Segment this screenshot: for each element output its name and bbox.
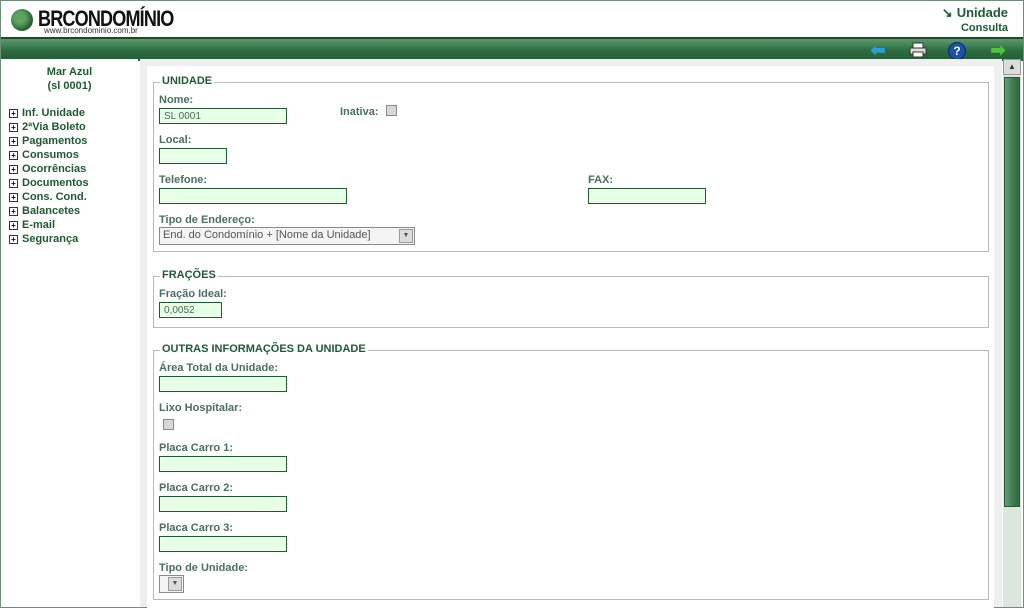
sidebar-item-pagamentos[interactable]: + Pagamentos bbox=[9, 134, 89, 148]
lixo-hospitalar-checkbox[interactable] bbox=[163, 419, 174, 430]
sidebar-item-label: Segurança bbox=[22, 233, 79, 245]
sidebar-item-label: Balancetes bbox=[22, 205, 81, 217]
telefone-label: Telefone: bbox=[159, 174, 208, 186]
scrollbar-thumb[interactable] bbox=[1004, 77, 1020, 507]
header: BRCONDOMÍNIO www.brcondominio.com.br ↘ Un… bbox=[1, 1, 1023, 37]
brand-logo[interactable]: BRCONDOMÍNIO www.brcondominio.com.br bbox=[11, 6, 174, 36]
page-title-text: Unidade bbox=[956, 5, 1008, 20]
sidebar-item-label: Pagamentos bbox=[22, 135, 88, 147]
sidebar-item-label: Cons. Cond. bbox=[22, 191, 87, 203]
expand-plus-icon[interactable]: + bbox=[9, 136, 18, 146]
toolbar: ⬅ ? ➡ bbox=[1, 37, 1023, 61]
expand-plus-icon[interactable]: + bbox=[9, 234, 18, 244]
sidebar-item-inf-unidade[interactable]: + Inf. Unidade bbox=[9, 106, 89, 120]
tipo-endereco-value: End. do Condomínio + [Nome da Unidade] bbox=[163, 229, 371, 241]
section-outras-informacoes: OUTRAS INFORMAÇÕES DA UNIDADE Área Total… bbox=[153, 343, 989, 600]
local-field[interactable] bbox=[159, 148, 227, 164]
tipo-endereco-label: Tipo de Endereço: bbox=[159, 214, 255, 226]
unit-code: (sl 0001) bbox=[47, 80, 92, 92]
section-legend: OUTRAS INFORMAÇÕES DA UNIDADE bbox=[160, 343, 368, 355]
condo-name: Mar Azul bbox=[46, 66, 93, 78]
app-window: BRCONDOMÍNIO www.brcondominio.com.br ↘ Un… bbox=[0, 0, 1024, 611]
sidebar-item-ocorrencias[interactable]: + Ocorrências bbox=[9, 162, 89, 176]
inativa-label: Inativa: bbox=[340, 106, 379, 118]
nome-label: Nome: bbox=[159, 94, 194, 106]
sidebar-item-consumos[interactable]: + Consumos bbox=[9, 148, 89, 162]
section-legend: UNIDADE bbox=[160, 75, 215, 87]
inativa-checkbox[interactable] bbox=[386, 105, 397, 116]
placa-carro-2-field[interactable] bbox=[159, 496, 287, 512]
logo-ball-icon bbox=[11, 9, 33, 31]
page-subtitle: Consulta bbox=[960, 22, 1008, 34]
condo-info: Mar Azul (sl 0001) bbox=[1, 65, 138, 93]
sidebar-item-balancetes[interactable]: + Balancetes bbox=[9, 204, 89, 218]
page-title: ↘ Unidade bbox=[942, 5, 1008, 21]
sidebar: Mar Azul (sl 0001) + Inf. Unidade +2ªVia … bbox=[1, 59, 138, 607]
expand-plus-icon[interactable]: + bbox=[9, 192, 18, 202]
expand-plus-icon[interactable]: + bbox=[9, 108, 18, 118]
forward-arrow-icon[interactable]: ➡ bbox=[989, 40, 1007, 60]
local-label: Local: bbox=[159, 134, 192, 146]
tipo-unidade-select[interactable]: ▼ bbox=[159, 575, 184, 593]
sidebar-item-label: 2ªVia Boleto bbox=[22, 121, 86, 133]
sidebar-item-2via-boleto[interactable]: +2ªVia Boleto bbox=[9, 120, 89, 134]
chevron-down-icon[interactable]: ▼ bbox=[399, 229, 413, 243]
fracao-ideal-label: Fração Ideal: bbox=[159, 288, 227, 300]
expand-plus-icon[interactable]: + bbox=[9, 122, 18, 132]
section-unidade: UNIDADE Nome: Inativa: Local: Telefone: … bbox=[153, 75, 989, 252]
fracao-ideal-field[interactable] bbox=[159, 302, 222, 318]
form-panel: UNIDADE Nome: Inativa: Local: Telefone: … bbox=[147, 66, 994, 611]
arrow-down-right-icon: ↘ bbox=[941, 5, 953, 20]
chevron-down-icon[interactable]: ▼ bbox=[168, 577, 182, 591]
logo-url: www.brcondominio.com.br bbox=[44, 26, 138, 35]
sidebar-item-label: Documentos bbox=[22, 177, 89, 189]
sidebar-item-documentos[interactable]: + Documentos bbox=[9, 176, 89, 190]
sidebar-item-label: Ocorrências bbox=[22, 163, 87, 175]
telefone-field[interactable] bbox=[159, 188, 347, 204]
section-fracoes: FRAÇÕES Fração Ideal: bbox=[153, 269, 989, 328]
expand-plus-icon[interactable]: + bbox=[9, 178, 18, 188]
expand-plus-icon[interactable]: + bbox=[9, 206, 18, 216]
placa-carro-1-field[interactable] bbox=[159, 456, 287, 472]
section-legend: FRAÇÕES bbox=[160, 269, 218, 281]
lixo-hospitalar-label: Lixo Hospitalar: bbox=[159, 402, 243, 414]
print-icon[interactable] bbox=[909, 41, 927, 59]
placa-carro-1-label: Placa Carro 1: bbox=[159, 442, 233, 454]
print-icon-graphic bbox=[909, 42, 927, 58]
tipo-endereco-select[interactable]: End. do Condomínio + [Nome da Unidade] ▼ bbox=[159, 227, 415, 245]
vertical-scrollbar[interactable]: ▲ bbox=[1003, 59, 1021, 607]
sidebar-item-email[interactable]: + E-mail bbox=[9, 218, 89, 232]
content-area: UNIDADE Nome: Inativa: Local: Telefone: … bbox=[140, 59, 1002, 611]
expand-plus-icon[interactable]: + bbox=[9, 220, 18, 230]
area-total-label: Área Total da Unidade: bbox=[159, 362, 278, 374]
sidebar-item-label: Consumos bbox=[22, 149, 79, 161]
tipo-unidade-label: Tipo de Unidade: bbox=[159, 562, 249, 574]
scroll-up-icon[interactable]: ▲ bbox=[1003, 59, 1021, 75]
sidebar-item-cons-cond[interactable]: + Cons. Cond. bbox=[9, 190, 89, 204]
fax-label: FAX: bbox=[588, 174, 614, 186]
expand-plus-icon[interactable]: + bbox=[9, 150, 18, 160]
sidebar-item-label: Inf. Unidade bbox=[22, 107, 85, 119]
placa-carro-3-label: Placa Carro 3: bbox=[159, 522, 233, 534]
back-arrow-icon[interactable]: ⬅ bbox=[869, 40, 887, 60]
sidebar-menu: + Inf. Unidade +2ªVia Boleto + Pagamentos … bbox=[9, 106, 89, 246]
fax-field[interactable] bbox=[588, 188, 706, 204]
sidebar-item-label: E-mail bbox=[22, 219, 56, 231]
nome-field[interactable] bbox=[159, 108, 287, 124]
area-total-field[interactable] bbox=[159, 376, 287, 392]
help-icon[interactable]: ? bbox=[948, 42, 966, 60]
placa-carro-3-field[interactable] bbox=[159, 536, 287, 552]
placa-carro-2-label: Placa Carro 2: bbox=[159, 482, 233, 494]
expand-plus-icon[interactable]: + bbox=[9, 164, 18, 174]
sidebar-item-seguranca[interactable]: + Segurança bbox=[9, 232, 89, 246]
page-title-area: ↘ Unidade Consulta bbox=[942, 5, 1008, 34]
